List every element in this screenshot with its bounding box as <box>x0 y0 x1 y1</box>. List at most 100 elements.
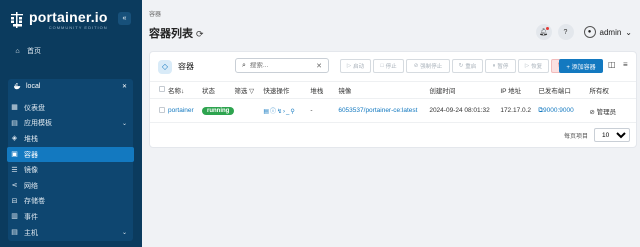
host-icon: ▤ <box>11 229 18 237</box>
select-all-cell <box>150 81 168 99</box>
sidebar-item-label: 堆栈 <box>24 135 38 143</box>
published-port-link[interactable]: ⧉9000:9000 <box>538 98 590 123</box>
pause-icon: ⏸︎ <box>492 62 496 69</box>
notification-badge <box>545 27 549 30</box>
filter-icon: ▽ <box>249 88 255 95</box>
environment-header[interactable]: local ✕ <box>8 79 133 94</box>
sidebar-item-dashboard[interactable]: ▦ 仪表盘 <box>8 100 133 116</box>
collapse-sidebar-button[interactable]: « <box>118 12 131 25</box>
sidebar: portainer.io COMMUNITY EDITION « ⌂ 首页 lo… <box>0 0 142 247</box>
portainer-logo[interactable]: portainer.io COMMUNITY EDITION <box>10 10 108 30</box>
column-state[interactable]: 状态 <box>202 81 235 99</box>
column-name[interactable]: 名称↓ <box>168 81 202 99</box>
more-options-icon[interactable]: ≡ <box>623 60 628 69</box>
logs-icon[interactable]: ▤ <box>263 109 270 115</box>
brand-edition: COMMUNITY EDITION <box>48 25 108 30</box>
kill-icon: ⊘ <box>413 63 419 69</box>
sidebar-item-volumes[interactable]: ⊟ 存储卷 <box>8 194 133 210</box>
stack-cell: - <box>310 98 339 123</box>
pause-label: 暂停 <box>497 64 509 70</box>
page-title-text: 容器列表 <box>149 28 193 40</box>
chevron-down-icon: ⌄ <box>625 27 632 37</box>
column-ports[interactable]: 已发布端口 <box>538 81 590 99</box>
add-container-button[interactable]: + 添加容器 <box>559 59 603 73</box>
page-title: 容器列表 ⟳ <box>149 25 204 41</box>
inspect-icon[interactable]: ⓘ <box>270 109 277 115</box>
created-cell: 2024-09-24 08:01:32 <box>429 98 501 123</box>
user-menu[interactable]: ● admin ⌄ <box>583 26 632 38</box>
ownership-label: 管理员 <box>596 108 617 116</box>
container-name-link[interactable]: portainer <box>168 98 202 123</box>
quick-actions-cell: ▤ⓘ↯›_⚲ <box>263 98 311 123</box>
image-link[interactable]: 6053537/portainer-ce:latest <box>338 98 430 123</box>
containers-card: ◇ 容器 ⌕ ✕ ▷启动 □停止 ⊘强制停止 ↻重启 ⏸︎暂停 ▷恢复 🗑︎删除… <box>149 51 637 148</box>
columns-icon[interactable]: ◫ <box>608 60 616 69</box>
ip-cell: 172.17.0.2 <box>500 98 539 123</box>
refresh-icon[interactable]: ⟳ <box>196 29 204 39</box>
search-field[interactable]: ⌕ ✕ <box>235 58 329 73</box>
column-ip[interactable]: IP 地址 <box>500 81 539 99</box>
card-title: 容器 <box>178 62 194 71</box>
stop-button[interactable]: □ 停止 <box>373 59 404 73</box>
port-label: 9000:9000 <box>542 106 574 114</box>
column-stack[interactable]: 堆栈 <box>310 81 339 99</box>
column-filter[interactable]: 筛选 ▽ <box>234 81 264 99</box>
attach-icon[interactable]: ⚲ <box>290 109 295 115</box>
clear-search-icon[interactable]: ✕ <box>316 62 322 70</box>
resume-label: 恢复 <box>531 64 543 70</box>
quick-actions-icons[interactable]: ▤ⓘ↯›_⚲ <box>263 109 295 115</box>
column-created[interactable]: 创建时间 <box>429 81 501 99</box>
sidebar-item-networks[interactable]: ⋖ 网络 <box>8 178 133 194</box>
table-row: portainer running ▤ⓘ↯›_⚲ - 6053537/porta… <box>150 98 636 123</box>
pause-button[interactable]: ⏸︎ 暂停 <box>485 59 516 73</box>
restart-icon: ↻ <box>458 63 464 69</box>
column-image[interactable]: 镜像 <box>338 81 430 99</box>
sidebar-item-label: 主机 <box>24 229 38 237</box>
volume-icon: ⊟ <box>11 197 18 205</box>
filter-cell <box>234 98 264 123</box>
user-name: admin <box>599 27 622 37</box>
sidebar-item-label: 网络 <box>24 182 38 190</box>
search-input[interactable] <box>249 62 310 69</box>
sidebar-item-label: 仪表盘 <box>24 104 45 112</box>
notifications-button[interactable]: 🔔︎ <box>535 24 552 40</box>
select-all-checkbox[interactable] <box>159 86 165 92</box>
close-environment-icon[interactable]: ✕ <box>122 83 127 90</box>
kill-label: 强制停止 <box>420 64 443 70</box>
container-icon: ▣ <box>11 151 18 159</box>
sidebar-item-label: 事件 <box>24 213 38 221</box>
kill-button[interactable]: ⊘ 强制停止 <box>406 59 450 73</box>
sidebar-item-templates[interactable]: ▤ 应用模板 ⌄ <box>8 116 133 132</box>
start-button[interactable]: ▷ 启动 <box>340 59 371 73</box>
breadcrumb[interactable]: 容器 <box>149 9 161 18</box>
filter-label: 筛选 <box>234 88 248 95</box>
containers-table: 名称↓ 状态 筛选 ▽ 快速操作 堆栈 镜像 创建时间 IP 地址 已发布端口 … <box>150 81 636 123</box>
start-label: 启动 <box>353 64 365 70</box>
row-checkbox[interactable] <box>159 106 165 113</box>
network-icon: ⋖ <box>11 182 18 190</box>
ownership-cell: ⊘ 管理员 <box>589 98 636 123</box>
play-icon: ▷ <box>346 63 352 69</box>
help-button[interactable]: ? <box>557 24 574 40</box>
sidebar-item-events[interactable]: ▥ 事件 <box>8 209 133 225</box>
sidebar-item-stacks[interactable]: ◈ 堆栈 <box>8 131 133 147</box>
table-header-row: 名称↓ 状态 筛选 ▽ 快速操作 堆栈 镜像 创建时间 IP 地址 已发布端口 … <box>150 81 636 99</box>
sidebar-item-containers[interactable]: ▣ 容器 <box>7 146 134 163</box>
home-icon: ⌂ <box>15 47 20 55</box>
template-icon: ▤ <box>11 119 18 127</box>
docker-whale-icon <box>14 83 21 90</box>
dashboard-icon: ▦ <box>11 104 18 112</box>
sidebar-item-host[interactable]: ▤ 主机 ⌄ <box>8 225 133 241</box>
main-content: 容器 容器列表⟳ 🔔︎ ? ● admin ⌄ ◇ 容器 ⌕ ✕ ▷启动 □停止… <box>142 0 640 247</box>
items-per-page-select[interactable]: 10 <box>594 128 630 142</box>
column-quick-actions: 快速操作 <box>263 81 311 99</box>
stop-label: 停止 <box>385 64 397 70</box>
restart-button[interactable]: ↻ 重启 <box>452 59 483 73</box>
sidebar-item-home[interactable]: ⌂ 首页 <box>14 46 41 56</box>
sidebar-item-label: 镜像 <box>24 167 38 175</box>
resume-button[interactable]: ▷ 恢复 <box>518 59 549 73</box>
column-ownership[interactable]: 所有权 <box>589 81 636 99</box>
sidebar-item-images[interactable]: ☰ 镜像 <box>8 162 133 178</box>
stop-icon: □ <box>380 63 384 69</box>
resume-icon: ▷ <box>524 63 530 69</box>
